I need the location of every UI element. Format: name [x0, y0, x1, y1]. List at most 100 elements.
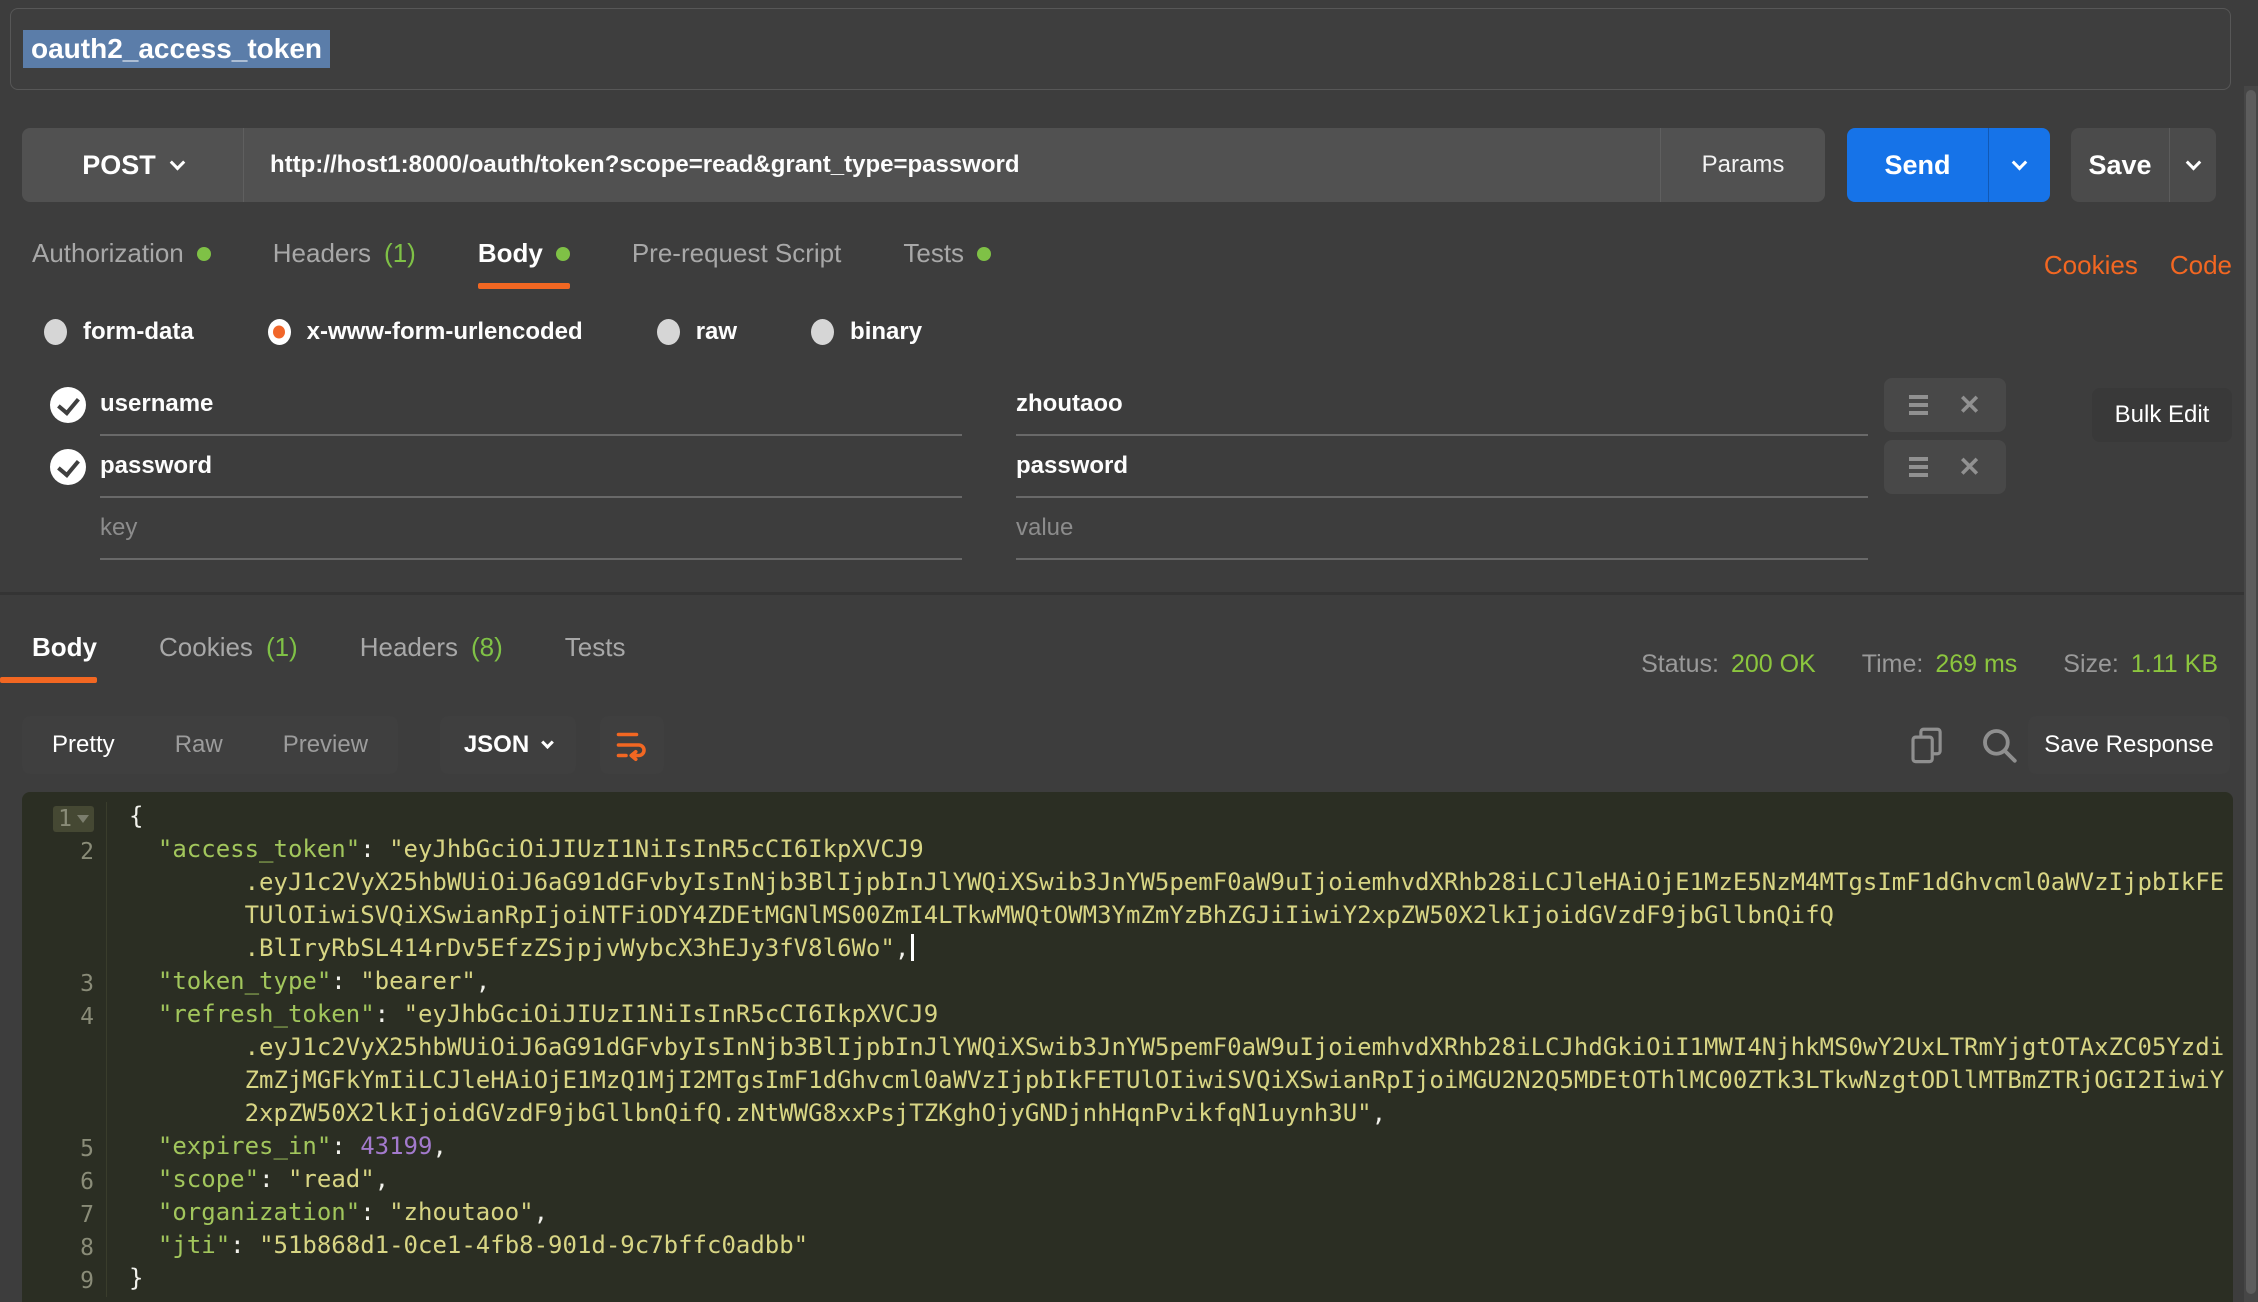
chevron-down-icon — [169, 154, 185, 170]
key-field[interactable]: password — [100, 436, 962, 498]
code-line: 9} — [22, 1264, 2233, 1297]
drag-handle-icon[interactable] — [1909, 395, 1928, 415]
response-body-editor[interactable]: 1{2 "access_token": "eyJhbGciOiJIUzI1NiI… — [22, 792, 2233, 1302]
code-content: { — [107, 802, 143, 835]
format-select[interactable]: JSON — [440, 716, 576, 774]
code-line: 5 "expires_in": 43199, — [22, 1132, 2233, 1165]
response-tab-tests[interactable]: Tests — [565, 632, 626, 683]
scrollbar-thumb[interactable] — [2246, 90, 2256, 1294]
code-line: 2xpZW50X2lkIjoidGVzdF9jbGllbnQifQ.zNtWWG… — [22, 1099, 2233, 1132]
bulk-edit-button[interactable]: Bulk Edit — [2092, 388, 2232, 442]
cookies-link[interactable]: Cookies — [2044, 250, 2138, 281]
body-mode-binary[interactable]: binary — [811, 318, 922, 346]
response-tab-body[interactable]: Body — [32, 632, 97, 683]
fold-control[interactable]: 1 — [53, 806, 94, 832]
code-content: .eyJ1c2VyX25hbWUiOiJ6aG91dGFvbyIsInNjb3B… — [107, 868, 2224, 901]
line-number-gutter[interactable]: 9 — [22, 1264, 107, 1297]
value-field[interactable]: password — [1016, 436, 1868, 498]
row-checkbox[interactable] — [50, 449, 86, 485]
save-dropdown-button[interactable] — [2169, 128, 2216, 202]
value-field[interactable]: zhoutaoo — [1016, 374, 1868, 436]
save-button[interactable]: Save — [2071, 128, 2216, 202]
line-number-gutter[interactable]: 6 — [22, 1165, 107, 1198]
params-button[interactable]: Params — [1660, 128, 1825, 202]
value-field[interactable]: value — [1016, 498, 1868, 560]
wrap-text-button[interactable] — [600, 716, 664, 774]
send-button[interactable]: Send — [1847, 128, 2050, 202]
delete-row-icon[interactable]: ✕ — [1958, 454, 1981, 481]
code-token: ZmZjMGFkYmIiLCJleHAiOjE1MzQ1MjI2MTgsImF1… — [129, 1066, 2224, 1094]
response-tab-cookies[interactable]: Cookies(1) — [159, 632, 298, 683]
view-mode-raw[interactable]: Raw — [145, 731, 253, 759]
response-tab-headers[interactable]: Headers(8) — [360, 632, 503, 683]
tab-body[interactable]: Body — [478, 238, 570, 289]
line-number-gutter[interactable]: 8 — [22, 1231, 107, 1264]
drag-handle-icon[interactable] — [1909, 457, 1928, 477]
line-number: 6 — [80, 1169, 94, 1195]
key-text: password — [100, 452, 212, 480]
code-content: 2xpZW50X2lkIjoidGVzdF9jbGllbnQifQ.zNtWWG… — [107, 1099, 1386, 1132]
line-number-gutter[interactable]: 2 — [22, 835, 107, 868]
value-text: password — [1016, 452, 1128, 480]
body-mode-x-www-form-urlencoded[interactable]: x-www-form-urlencoded — [268, 318, 583, 346]
copy-response-button[interactable] — [1906, 724, 1948, 766]
line-number-gutter[interactable]: 5 — [22, 1132, 107, 1165]
code-token: TUlOIiwiSVQiXSwianRpIjoiNTFiODY4ZDEtMGNl… — [129, 901, 1834, 929]
line-number-gutter[interactable]: 7 — [22, 1198, 107, 1231]
view-mode-pretty[interactable]: Pretty — [22, 731, 145, 759]
body-mode-radios: form-data x-www-form-urlencoded raw binary — [44, 318, 922, 346]
search-response-button[interactable] — [1978, 724, 2020, 766]
tab-label: Headers — [360, 632, 458, 663]
tab-label: Pre-request Script — [632, 238, 842, 269]
line-number-gutter[interactable] — [22, 934, 107, 967]
key-field[interactable]: username — [100, 374, 962, 436]
request-title[interactable]: oauth2_access_token — [23, 30, 330, 68]
radio-icon[interactable] — [657, 319, 680, 345]
send-dropdown-button[interactable] — [1988, 128, 2050, 202]
line-number: 3 — [80, 971, 94, 997]
code-token: , — [895, 934, 909, 962]
code-token: , — [534, 1198, 548, 1226]
line-number-gutter[interactable] — [22, 1099, 107, 1132]
radio-icon[interactable] — [811, 319, 834, 345]
view-mode-preview[interactable]: Preview — [253, 731, 398, 759]
tab-tests[interactable]: Tests — [903, 238, 991, 289]
format-label: JSON — [464, 731, 529, 759]
url-input[interactable]: http://host1:8000/oauth/token?scope=read… — [244, 128, 1660, 202]
delete-row-icon[interactable]: ✕ — [1958, 392, 1981, 419]
line-number-gutter[interactable]: 4 — [22, 1000, 107, 1033]
line-number-gutter[interactable] — [22, 1033, 107, 1066]
code-token: "organization" — [158, 1198, 360, 1226]
save-response-button[interactable]: Save Response — [2028, 716, 2230, 774]
code-line: 4 "refresh_token": "eyJhbGciOiJIUzI1NiIs… — [22, 1000, 2233, 1033]
method-select[interactable]: POST — [22, 128, 244, 202]
row-actions: ✕ — [1884, 440, 2006, 494]
method-label: POST — [82, 150, 156, 181]
body-mode-raw[interactable]: raw — [657, 318, 737, 346]
line-number-gutter[interactable] — [22, 868, 107, 901]
fold-arrow-icon[interactable] — [77, 815, 89, 823]
code-link[interactable]: Code — [2170, 250, 2232, 281]
radio-selected-icon[interactable] — [268, 319, 291, 345]
line-number-gutter[interactable] — [22, 901, 107, 934]
tab-authorization[interactable]: Authorization — [32, 238, 211, 289]
tab-label: Cookies — [159, 632, 253, 663]
line-number-gutter[interactable]: 1 — [22, 802, 107, 835]
text-cursor — [911, 934, 914, 961]
row-checkbox[interactable] — [50, 387, 86, 423]
tab-pre-request-script[interactable]: Pre-request Script — [632, 238, 842, 289]
meta-label: Status: — [1641, 650, 1719, 679]
key-field[interactable]: key — [100, 498, 962, 560]
vertical-scrollbar[interactable] — [2244, 86, 2258, 1302]
code-token — [129, 1132, 158, 1160]
body-mode-label: form-data — [83, 318, 194, 346]
line-number-gutter[interactable] — [22, 1066, 107, 1099]
green-status-dot-icon — [556, 247, 570, 261]
body-mode-form-data[interactable]: form-data — [44, 318, 194, 346]
urlencoded-kv-editor: username zhoutaoo ✕ password password ✕ keyval… — [22, 374, 2233, 560]
chevron-down-icon — [2012, 154, 2028, 170]
code-line: 7 "organization": "zhoutaoo", — [22, 1198, 2233, 1231]
line-number-gutter[interactable]: 3 — [22, 967, 107, 1000]
tab-headers[interactable]: Headers(1) — [273, 238, 416, 289]
radio-icon[interactable] — [44, 319, 67, 345]
